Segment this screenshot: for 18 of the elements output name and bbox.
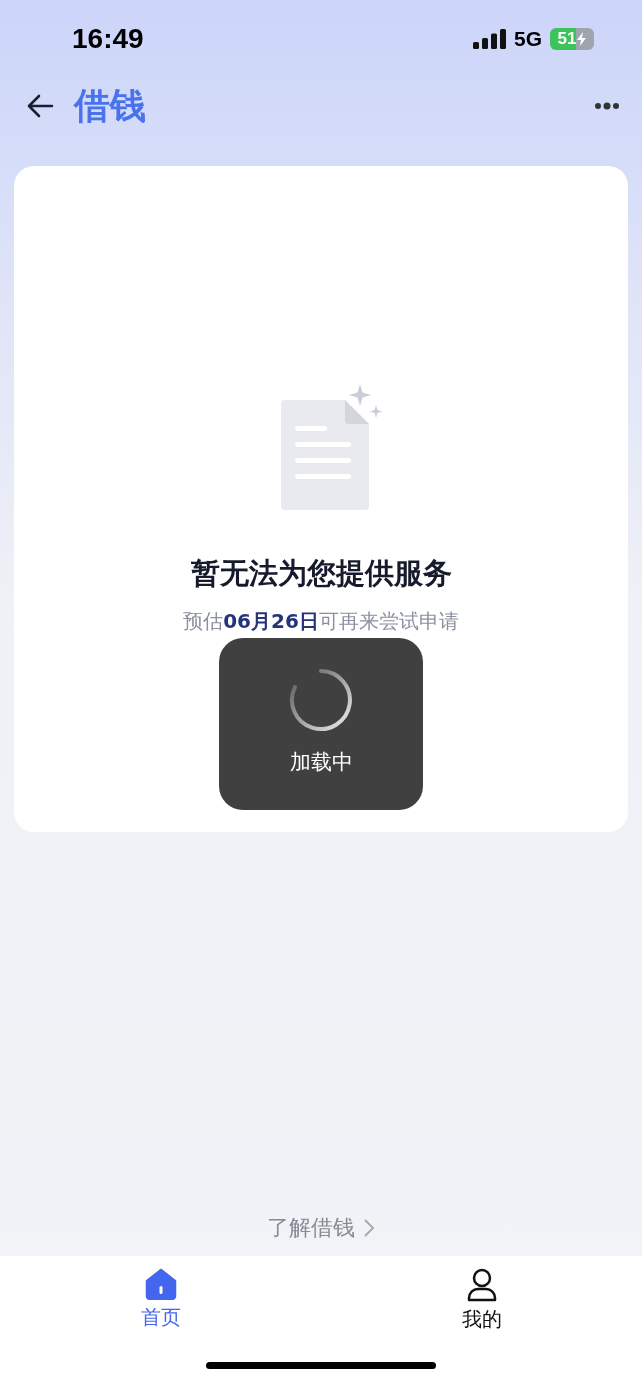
empty-title: 暂无法为您提供服务 [190,555,452,592]
tab-item[interactable]: 我的 [421,1268,542,1356]
learn-more-link[interactable]: 了解借钱 [267,1210,375,1246]
spinner-icon [289,668,353,732]
loading-label: 加载中 [289,749,353,776]
battery-indicator: 51 [550,28,594,50]
chevron-icon [363,1218,375,1238]
home-icon [143,1268,178,1300]
status-time: 16:49 [72,23,144,55]
network-label: 5G [514,27,542,51]
tab-item[interactable]: 首页 [100,1268,221,1356]
more-icon[interactable] [594,102,620,110]
signal-icon [473,29,506,49]
charging-bolt-icon [577,32,587,46]
page-title: 借钱 [74,83,146,128]
empty-subtitle: 预估06月26日可再来尝试申请 [183,608,459,635]
back-arrow-icon[interactable] [26,94,54,118]
person-icon [465,1268,498,1302]
